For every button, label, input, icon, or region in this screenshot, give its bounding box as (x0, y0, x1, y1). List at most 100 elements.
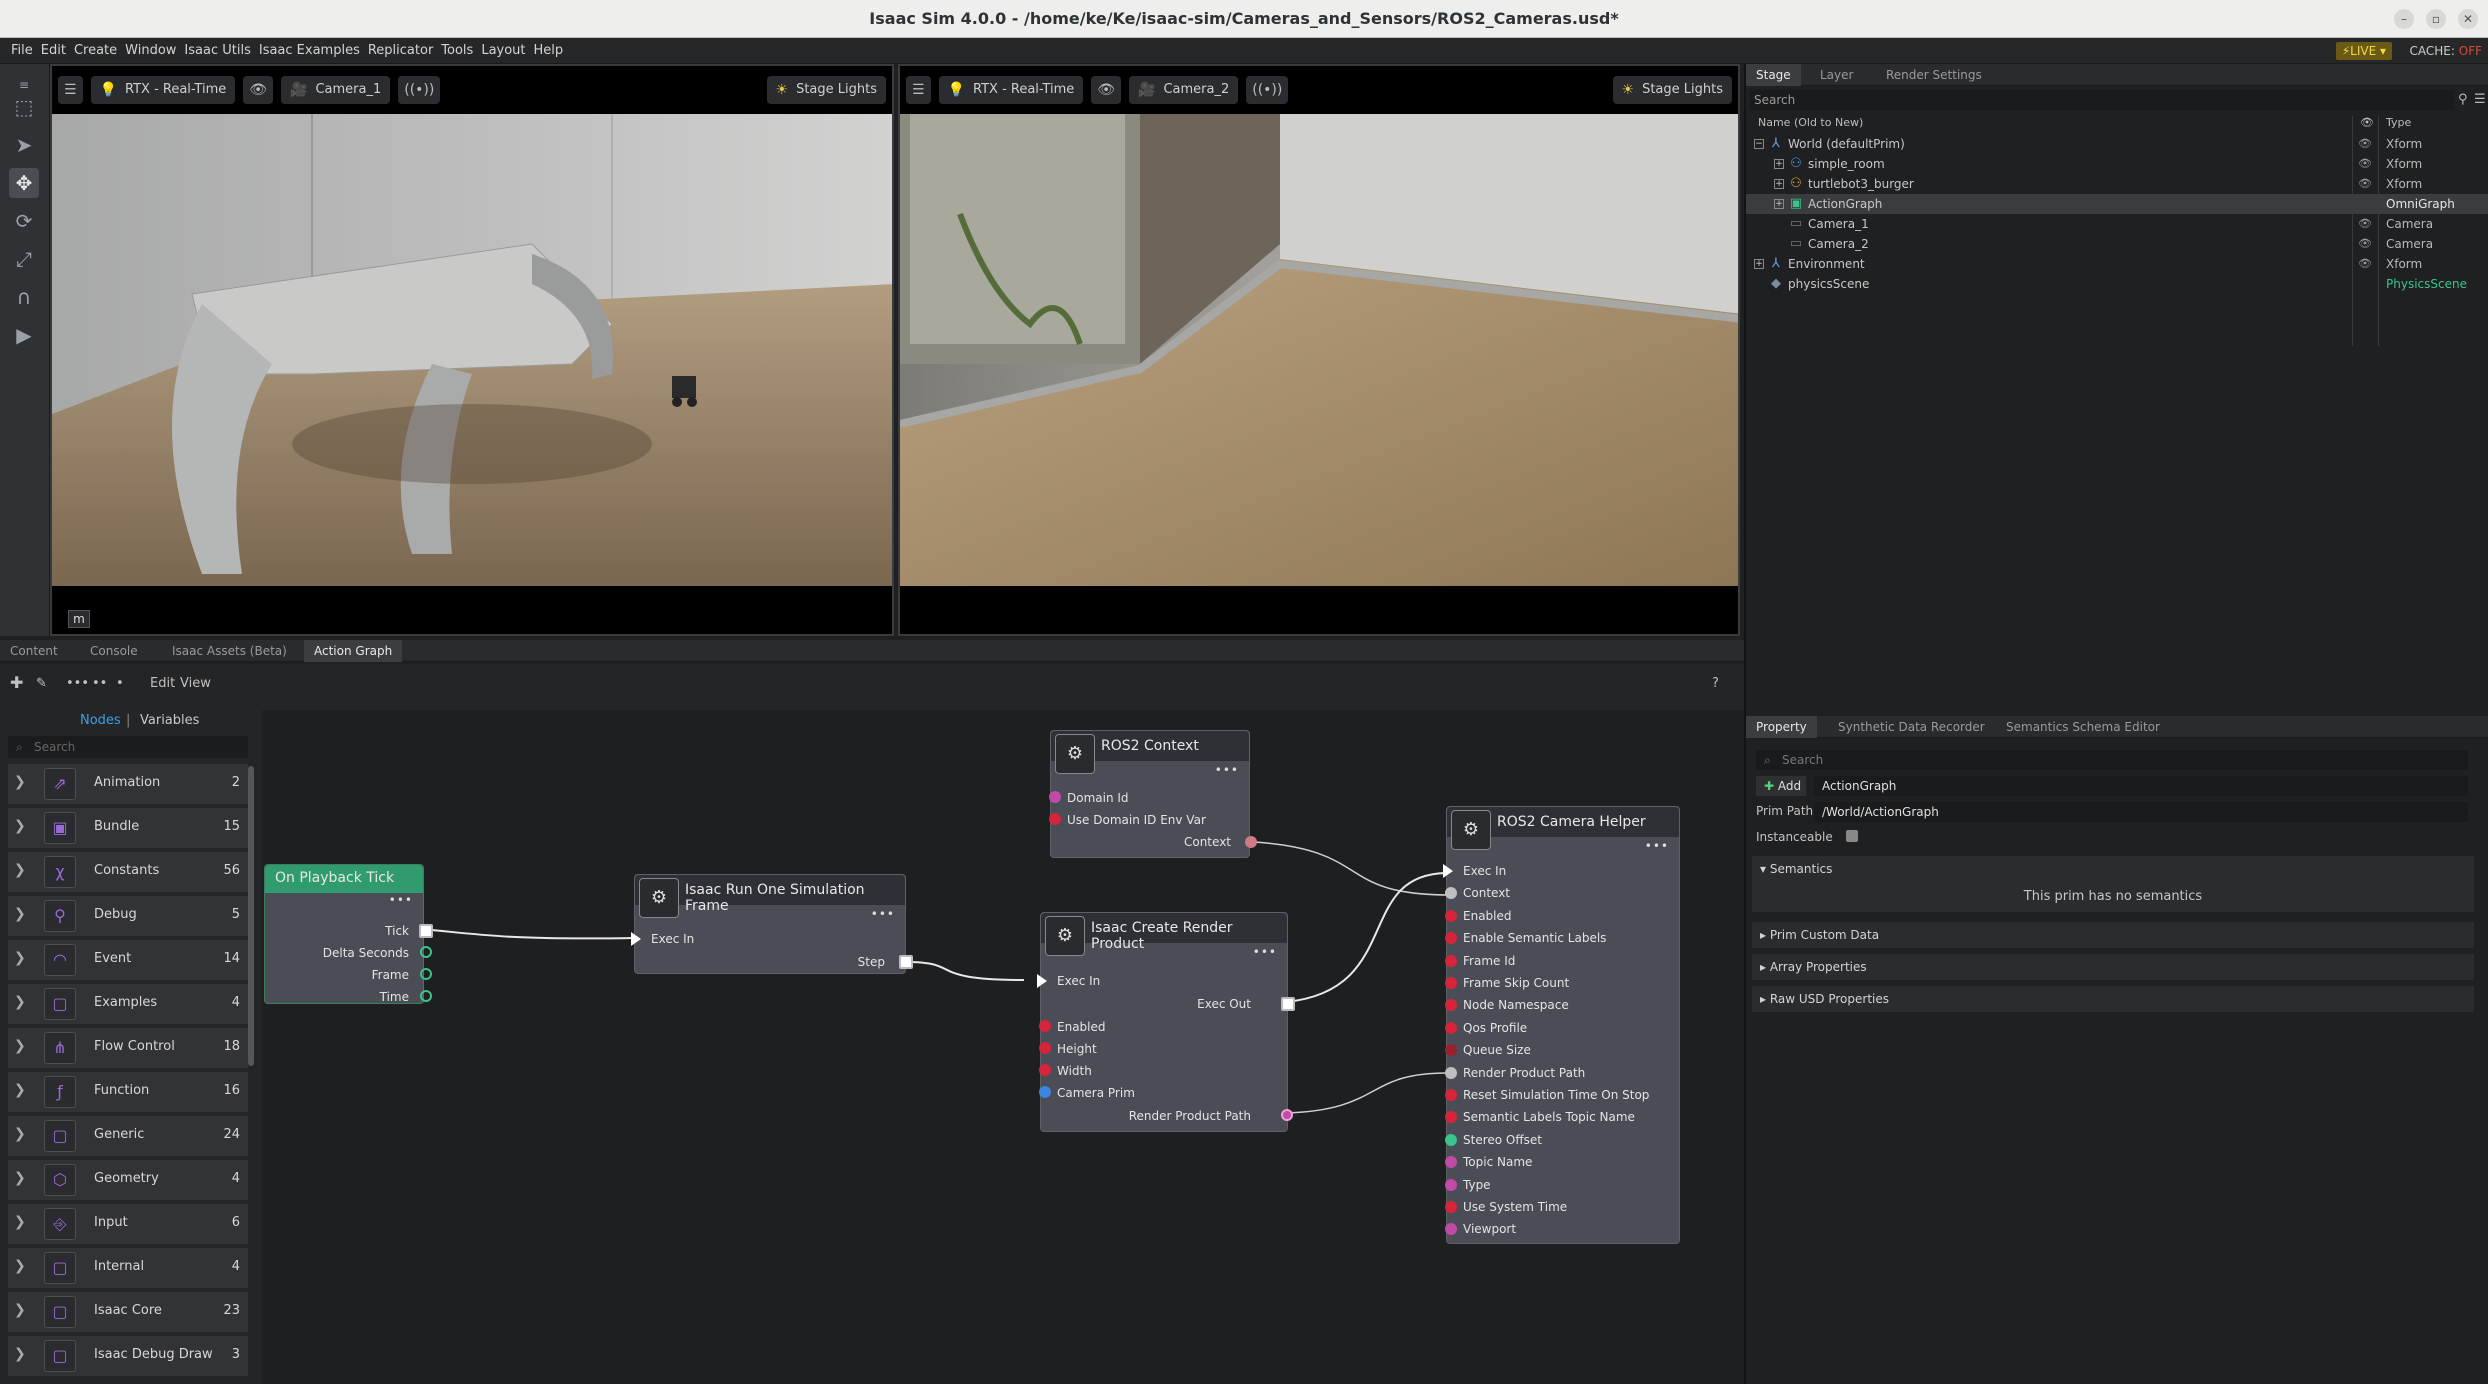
category-item[interactable]: ❯ ▢ Generic 24 (8, 1116, 248, 1156)
category-item[interactable]: ❯ ⋔ Flow Control 18 (8, 1028, 248, 1068)
chevron-right-icon[interactable]: ❯ (14, 1038, 26, 1054)
render-product-path-pin[interactable] (1281, 1109, 1293, 1121)
property-search-input[interactable]: ⌕ Search (1756, 750, 2468, 770)
port-pin[interactable] (1445, 932, 1457, 945)
node-menu-icon[interactable]: ••• (1645, 839, 1669, 853)
enabled-pin[interactable] (1039, 1020, 1051, 1032)
prim-path-field[interactable]: /World/ActionGraph (1814, 802, 2468, 822)
stage-lights-button[interactable]: ☀ Stage Lights (766, 76, 886, 104)
port-pin[interactable] (1445, 1178, 1457, 1191)
category-item[interactable]: ❯ ▢ Internal 4 (8, 1248, 248, 1288)
exec-out-pin[interactable] (1281, 997, 1295, 1011)
raw-usd-properties-section[interactable]: ▸ Raw USD Properties (1752, 986, 2474, 1012)
chevron-right-icon[interactable]: ❯ (14, 774, 26, 790)
column-name[interactable]: Name (Old to New) (1758, 116, 1863, 129)
add-button[interactable]: ✚ Add (1756, 776, 1806, 796)
stage-search-input[interactable]: Search (1750, 90, 2454, 110)
time-pin[interactable] (420, 990, 432, 1002)
close-button[interactable]: ✕ (2458, 9, 2478, 29)
panel-splitter[interactable] (1744, 64, 1746, 1384)
tab-stage[interactable]: Stage (1746, 64, 1801, 86)
exec-in-pin[interactable] (1037, 974, 1047, 988)
visibility-icon[interactable]: 👁 (2358, 174, 2372, 194)
tab-content[interactable]: Content (0, 640, 68, 662)
expand-icon[interactable]: + (1774, 199, 1784, 209)
node-menu-icon[interactable]: ••• (871, 907, 895, 921)
dot-icon[interactable]: • (116, 676, 124, 691)
menu-isaac-utils[interactable]: Isaac Utils (184, 38, 250, 64)
width-pin[interactable] (1039, 1064, 1051, 1076)
live-badge[interactable]: ⚡LIVE ▾ (2335, 42, 2392, 60)
chevron-right-icon[interactable]: ❯ (14, 950, 26, 966)
eye-icon[interactable]: 👁 (1091, 76, 1122, 104)
tick-pin[interactable] (419, 924, 433, 938)
tab-synthetic-data-recorder[interactable]: Synthetic Data Recorder (1828, 716, 1995, 738)
chevron-right-icon[interactable]: ❯ (14, 994, 26, 1010)
port-pin[interactable] (1445, 909, 1457, 922)
collapse-icon[interactable]: − (1754, 139, 1764, 149)
viewport-camera-2[interactable]: ☰ 💡 RTX - Real-Time 👁 🎥 Camera_2 ((•)) ☀ St… (898, 64, 1740, 636)
tab-nodes[interactable]: Nodes (80, 710, 121, 732)
tab-semantics-schema-editor[interactable]: Semantics Schema Editor (1996, 716, 2170, 738)
node-menu-icon[interactable]: ••• (389, 893, 413, 907)
tab-layer[interactable]: Layer (1810, 64, 1863, 86)
port-pin[interactable] (1445, 1111, 1457, 1124)
menu-isaac-examples[interactable]: Isaac Examples (259, 38, 360, 64)
port-pin[interactable] (1445, 1133, 1457, 1146)
stage-row[interactable]: ▭ Camera_1 👁 Camera (1746, 214, 2488, 234)
menu-file[interactable]: File (11, 38, 33, 64)
chevron-right-icon[interactable]: ❯ (14, 1126, 26, 1142)
chevron-right-icon[interactable]: ❯ (14, 1302, 26, 1318)
stage-row[interactable]: + ⅄ Environment 👁 Xform (1746, 254, 2488, 274)
menu-edit[interactable]: Edit (41, 38, 66, 64)
category-item[interactable]: ❯ ⚲ Debug 5 (8, 896, 248, 936)
port-pin[interactable] (1445, 1156, 1457, 1169)
scrollbar[interactable] (248, 766, 254, 1066)
chevron-right-icon[interactable]: ❯ (14, 1258, 26, 1274)
settings-icon[interactable]: ☰ (58, 76, 83, 104)
scale-icon[interactable]: ⤢ (9, 244, 39, 274)
prim-name-field[interactable]: ActionGraph (1814, 776, 2468, 796)
expand-icon[interactable]: + (1754, 259, 1764, 269)
context-pin[interactable] (1245, 836, 1257, 848)
eye-icon[interactable]: 👁 (243, 76, 274, 104)
select-mode-icon[interactable]: ⬚ (9, 92, 39, 122)
chevron-right-icon[interactable]: ❯ (14, 1214, 26, 1230)
node-menu-icon[interactable]: ••• (1215, 763, 1239, 777)
add-icon[interactable]: ✚ (10, 673, 23, 692)
stage-row[interactable]: + ⚇ simple_room 👁 Xform (1746, 154, 2488, 174)
maximize-button[interactable]: ▫ (2426, 9, 2446, 29)
menu-create[interactable]: Create (74, 38, 117, 64)
step-pin[interactable] (899, 955, 913, 969)
category-item[interactable]: ❯ χ Constants 56 (8, 852, 248, 892)
tab-action-graph[interactable]: Action Graph (304, 640, 403, 662)
graph-view-menu[interactable]: View (180, 676, 211, 691)
category-item[interactable]: ❯ ▣ Bundle 15 (8, 808, 248, 848)
category-item[interactable]: ❯ ⬡ Geometry 4 (8, 1160, 248, 1200)
tab-property[interactable]: Property (1746, 716, 1817, 738)
port-pin[interactable] (1445, 1201, 1457, 1213)
node-search-input[interactable]: ⌕ Search (8, 736, 248, 758)
node-ros2-context[interactable]: ⚙ ROS2 Context ••• Domain Id Use Domain … (1049, 730, 1257, 858)
port-pin[interactable] (1445, 1021, 1457, 1034)
cursor-icon[interactable]: ➤ (9, 130, 39, 160)
chevron-right-icon[interactable]: ❯ (14, 1170, 26, 1186)
port-pin[interactable] (1445, 887, 1457, 900)
camera-prim-pin[interactable] (1039, 1086, 1051, 1098)
category-item[interactable]: ❯ ▢ Isaac Core 23 (8, 1292, 248, 1332)
semantics-section-header[interactable]: ▾ Semantics (1752, 856, 2474, 882)
collapse-icon[interactable]: •• (92, 676, 107, 691)
sensor-icon[interactable]: ((•)) (1246, 76, 1289, 104)
instanceable-checkbox[interactable] (1846, 830, 1858, 842)
edit-icon[interactable]: ✎ (36, 676, 47, 691)
port-pin[interactable] (1445, 999, 1457, 1012)
menu-replicator[interactable]: Replicator (368, 38, 433, 64)
use-domain-env-pin[interactable] (1049, 813, 1061, 825)
port-pin[interactable] (1445, 1044, 1457, 1057)
exec-in-pin[interactable] (631, 932, 641, 946)
menu-window[interactable]: Window (125, 38, 176, 64)
stage-row[interactable]: − ⅄ World (defaultPrim) 👁 Xform (1746, 134, 2488, 154)
exec-in-pin[interactable] (1443, 864, 1453, 878)
viewport-camera-1[interactable]: ☰ 💡 RTX - Real-Time 👁 🎥 Camera_1 ((•)) ☀ St… (50, 64, 894, 636)
tab-variables[interactable]: Variables (140, 710, 199, 732)
